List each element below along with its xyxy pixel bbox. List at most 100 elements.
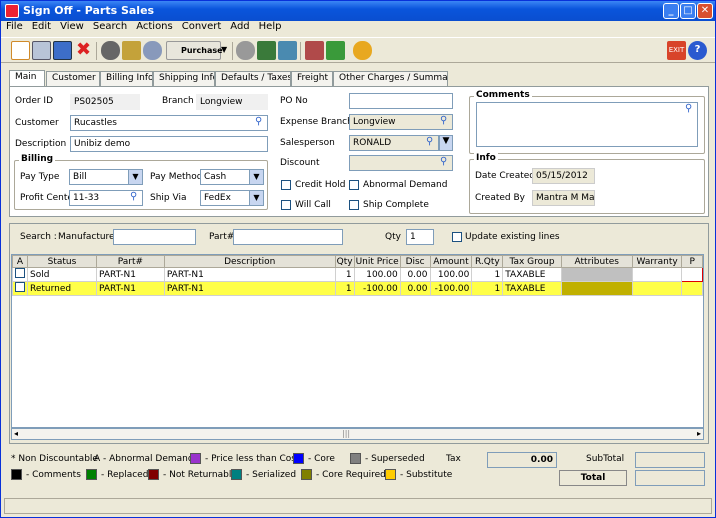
col-status[interactable]: Status (27, 255, 97, 268)
help-icon[interactable]: ? (688, 41, 707, 60)
col-attributes[interactable]: Attributes (560, 255, 633, 268)
qty-field[interactable]: 1 (406, 229, 434, 245)
toolbar: ✖ Purchase ▼ EXIT ? (1, 37, 715, 63)
sign-off-icon[interactable] (326, 41, 345, 60)
cell-p[interactable] (681, 267, 703, 282)
col-part[interactable]: Part# (95, 255, 165, 268)
new-icon[interactable] (11, 41, 30, 60)
ship-complete-checkbox[interactable] (349, 200, 359, 210)
table-row[interactable]: Returned PART-N1 PART-N1 1 -100.00 0.00 … (12, 281, 703, 296)
customer-field[interactable]: Rucastles ⚲ (70, 115, 268, 131)
salesperson-dropdown-icon[interactable]: ▼ (439, 135, 453, 151)
horizontal-scrollbar[interactable]: ◂ ||| ▸ (11, 428, 704, 440)
report-icon[interactable] (305, 41, 324, 60)
purchase-button[interactable]: Purchase (166, 41, 223, 60)
po-no-field[interactable] (349, 93, 453, 109)
ship-via-select[interactable]: FedEx ▼ (200, 190, 264, 206)
profit-center-value: 11-33 (73, 193, 100, 203)
row-checkbox[interactable] (15, 282, 25, 292)
menu-edit[interactable]: Edit (32, 21, 51, 32)
chevron-down-icon[interactable]: ▼ (128, 170, 142, 184)
col-warranty[interactable]: Warranty (631, 255, 683, 268)
tab-customer[interactable]: Customer (46, 71, 100, 86)
menu-convert[interactable]: Convert (182, 21, 222, 32)
gear-icon[interactable] (143, 41, 162, 60)
discount-field[interactable]: ⚲ (349, 155, 453, 171)
search-icon[interactable]: ⚲ (440, 116, 450, 126)
col-tax-group[interactable]: Tax Group (502, 255, 562, 268)
tab-shipping-info[interactable]: Shipping Info (153, 71, 215, 86)
close-button[interactable]: ✕ (697, 3, 713, 19)
col-a[interactable]: A (12, 255, 28, 268)
col-disc[interactable]: Disc (399, 255, 431, 268)
scroll-right-icon[interactable]: ▸ (697, 429, 701, 438)
update-existing-checkbox[interactable] (452, 232, 462, 242)
comments-field[interactable]: ⚲ (476, 102, 698, 147)
menu-help[interactable]: Help (259, 21, 282, 32)
col-unit-price[interactable]: Unit Price (353, 255, 401, 268)
tab-main[interactable]: Main (9, 70, 45, 86)
will-call-checkbox[interactable] (281, 200, 291, 210)
calculator-icon[interactable] (257, 41, 276, 60)
maximize-button[interactable]: □ (680, 3, 696, 19)
legend-comments: - Comments (26, 470, 81, 480)
cell-p[interactable] (681, 281, 703, 296)
menu-actions[interactable]: Actions (136, 21, 173, 32)
cell-attributes[interactable] (560, 281, 633, 296)
exit-icon[interactable]: EXIT (667, 41, 686, 60)
col-rqty[interactable]: R.Qty (471, 255, 504, 268)
manufacturer-field[interactable] (113, 229, 196, 245)
chevron-down-icon[interactable]: ▼ (249, 191, 263, 205)
purchase-dropdown-icon[interactable]: ▼ (221, 41, 229, 60)
col-p[interactable]: P (681, 255, 703, 268)
menu-add[interactable]: Add (230, 21, 249, 32)
pay-type-select[interactable]: Bill ▼ (69, 169, 143, 185)
abnormal-demand-checkbox[interactable] (349, 180, 359, 190)
tab-freight[interactable]: Freight (291, 71, 333, 86)
legend-price-less: - Price less than Cost (205, 454, 300, 464)
tab-billing-info[interactable]: Billing Info (100, 71, 153, 86)
history-icon[interactable] (353, 41, 372, 60)
search-icon[interactable]: ⚲ (440, 157, 450, 167)
row-checkbox-cell[interactable] (12, 267, 28, 282)
col-amount[interactable]: Amount (429, 255, 473, 268)
chevron-down-icon[interactable]: ▼ (249, 170, 263, 184)
save-icon[interactable] (53, 41, 72, 60)
description-field[interactable]: Unibiz demo (70, 136, 268, 152)
search-icon[interactable]: ⚲ (426, 137, 436, 147)
table-row[interactable]: Sold PART-N1 PART-N1 1 100.00 0.00 100.0… (12, 267, 703, 282)
cell-attributes[interactable] (560, 267, 633, 282)
part-search-field[interactable] (233, 229, 343, 245)
pay-method-value: Cash (204, 172, 227, 182)
col-description[interactable]: Description (163, 255, 336, 268)
row-checkbox-cell[interactable] (12, 281, 28, 296)
disc-icon[interactable] (236, 41, 255, 60)
menu-bar: File Edit View Search Actions Convert Add Help (1, 21, 715, 36)
tab-other-charges[interactable]: Other Charges / Summary (333, 71, 448, 86)
menu-file[interactable]: File (6, 21, 23, 32)
delete-icon[interactable]: ✖ (74, 41, 93, 60)
expense-branch-field[interactable]: Longview ⚲ (349, 114, 453, 130)
scroll-thumb[interactable]: ||| (342, 429, 350, 438)
lines-grid: A Status Part# Description Qty Unit Pric… (11, 254, 704, 428)
credit-hold-checkbox[interactable] (281, 180, 291, 190)
scroll-left-icon[interactable]: ◂ (14, 429, 18, 438)
menu-search[interactable]: Search (93, 21, 127, 32)
search-icon[interactable]: ⚲ (130, 192, 140, 202)
search-icon[interactable]: ⚲ (685, 104, 695, 114)
menu-view[interactable]: View (60, 21, 84, 32)
cell-warranty[interactable] (631, 281, 683, 296)
salesperson-field[interactable]: RONALD ⚲ (349, 135, 439, 151)
parts-icon[interactable] (122, 41, 141, 60)
pay-method-select[interactable]: Cash ▼ (200, 169, 264, 185)
profit-center-field[interactable]: 11-33 ⚲ (69, 190, 143, 206)
search-icon[interactable]: ⚲ (255, 117, 265, 127)
print-icon[interactable] (32, 41, 51, 60)
col-qty[interactable]: Qty (334, 255, 355, 268)
people-icon[interactable] (101, 41, 120, 60)
cell-warranty[interactable] (631, 267, 683, 282)
minimize-button[interactable]: _ (663, 3, 679, 19)
tab-defaults-taxes[interactable]: Defaults / Taxes (215, 71, 291, 86)
document-icon[interactable] (278, 41, 297, 60)
row-checkbox[interactable] (15, 268, 25, 278)
